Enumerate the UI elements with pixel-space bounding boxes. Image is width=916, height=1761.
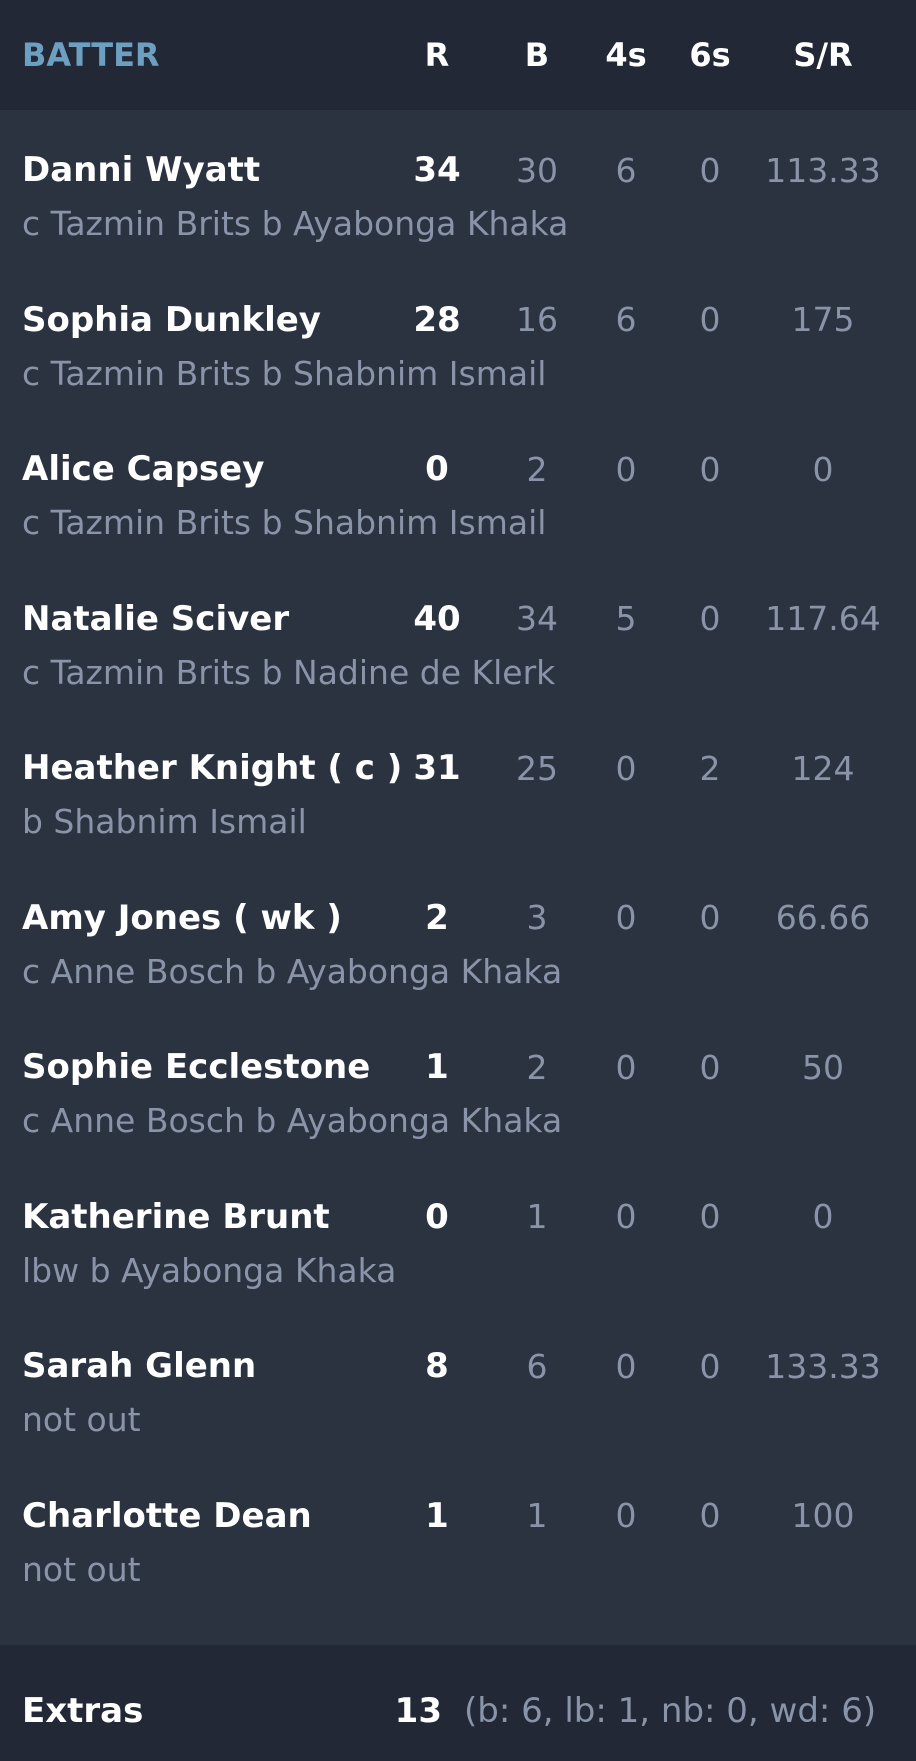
batter-balls: 30 xyxy=(516,150,558,190)
batter-balls: 3 xyxy=(526,898,548,937)
dismissal-info: c Tazmin Brits b Shabnim Ismail xyxy=(22,503,547,542)
batter-runs: 28 xyxy=(413,299,461,340)
batter-sixes: 0 xyxy=(699,300,721,339)
batter-strike-rate: 113.33 xyxy=(765,150,881,190)
batter-row[interactable]: Alice Capsey 0 2 0 0 0 c Tazmin Brits b … xyxy=(0,425,916,575)
batter-fours: 0 xyxy=(615,1346,637,1386)
batter-strike-rate: 0 xyxy=(812,449,834,489)
batter-row[interactable]: Amy Jones ( wk ) 2 3 0 0 66.66 c Anne Bo… xyxy=(0,874,916,1024)
scorecard-header: BATTER R B 4s 6s S/R xyxy=(0,0,916,110)
header-balls: B xyxy=(524,36,550,74)
batter-balls: 2 xyxy=(526,1047,548,1087)
batter-sixes: 0 xyxy=(699,1496,721,1535)
batter-runs: 0 xyxy=(425,1196,449,1237)
batter-name[interactable]: Sophia Dunkley xyxy=(0,300,372,340)
batter-fours: 0 xyxy=(615,748,637,788)
batter-balls: 16 xyxy=(516,300,558,339)
batter-name[interactable]: Natalie Sciver xyxy=(0,599,372,639)
extras-label: Extras xyxy=(22,1691,144,1731)
batter-runs: 1 xyxy=(425,1047,449,1087)
batter-sixes: 0 xyxy=(699,1346,721,1386)
batter-strike-rate: 100 xyxy=(791,1496,855,1535)
dismissal-info: b Shabnim Ismail xyxy=(22,802,307,841)
dismissal-info: not out xyxy=(22,1400,141,1439)
batter-sixes: 0 xyxy=(699,150,721,190)
batter-fours: 0 xyxy=(615,898,637,937)
batter-name[interactable]: Sophie Ecclestone xyxy=(0,1047,372,1087)
dismissal-info: c Tazmin Brits b Nadine de Klerk xyxy=(22,652,556,692)
batter-row[interactable]: Sarah Glenn 8 6 0 0 133.33 not out xyxy=(0,1322,916,1472)
batter-name[interactable]: Danni Wyatt xyxy=(0,150,372,190)
batter-balls: 1 xyxy=(526,1496,548,1535)
batter-fours: 0 xyxy=(615,449,637,489)
dismissal-info: c Tazmin Brits b Ayabonga Khaka xyxy=(22,204,569,243)
batter-balls: 34 xyxy=(516,599,558,638)
batter-strike-rate: 133.33 xyxy=(765,1346,881,1386)
batter-balls: 1 xyxy=(526,1197,548,1236)
batter-balls: 25 xyxy=(516,748,558,788)
dismissal-info: c Anne Bosch b Ayabonga Khaka xyxy=(22,1101,563,1140)
batter-strike-rate: 117.64 xyxy=(765,599,881,638)
batter-name[interactable]: Amy Jones ( wk ) xyxy=(0,898,372,938)
batter-name[interactable]: Sarah Glenn xyxy=(0,1346,372,1386)
dismissal-info: lbw b Ayabonga Khaka xyxy=(22,1250,397,1290)
batter-row[interactable]: Heather Knight ( c ) 31 25 0 2 124 b Sha… xyxy=(0,724,916,874)
dismissal-info: not out xyxy=(22,1549,141,1589)
batter-fours: 0 xyxy=(615,1047,637,1087)
batter-fours: 6 xyxy=(615,300,637,339)
header-batter: BATTER xyxy=(22,36,160,74)
header-fours: 4s xyxy=(605,36,647,74)
header-strike-rate: S/R xyxy=(793,36,853,74)
batter-fours: 0 xyxy=(615,1197,637,1236)
dismissal-info: c Tazmin Brits b Shabnim Ismail xyxy=(22,353,547,393)
header-sixes: 6s xyxy=(689,36,731,74)
batter-strike-rate: 124 xyxy=(791,748,855,788)
batter-runs: 31 xyxy=(413,748,461,788)
batter-balls: 6 xyxy=(526,1346,548,1386)
batter-strike-rate: 0 xyxy=(812,1197,834,1236)
batter-sixes: 0 xyxy=(699,1047,721,1087)
batter-sixes: 0 xyxy=(699,599,721,638)
batter-sixes: 0 xyxy=(699,1197,721,1236)
batter-list: Danni Wyatt 34 30 6 0 113.33 c Tazmin Br… xyxy=(0,110,916,1621)
batter-fours: 0 xyxy=(615,1496,637,1535)
batter-strike-rate: 50 xyxy=(802,1047,844,1087)
batter-sixes: 0 xyxy=(699,898,721,937)
batter-runs: 8 xyxy=(425,1346,449,1386)
batter-row[interactable]: Danni Wyatt 34 30 6 0 113.33 c Tazmin Br… xyxy=(0,126,916,276)
batter-name[interactable]: Charlotte Dean xyxy=(0,1496,372,1536)
batter-row[interactable]: Charlotte Dean 1 1 0 0 100 not out xyxy=(0,1472,916,1622)
batter-runs: 0 xyxy=(425,449,449,489)
batter-sixes: 2 xyxy=(699,748,721,788)
extras-total: 13 xyxy=(394,1691,442,1731)
extras-breakdown: (b: 6, lb: 1, nb: 0, wd: 6) xyxy=(464,1691,877,1731)
batter-runs: 34 xyxy=(413,150,461,190)
batter-name[interactable]: Heather Knight ( c ) xyxy=(0,748,402,788)
batter-strike-rate: 175 xyxy=(791,300,855,339)
batter-strike-rate: 66.66 xyxy=(775,898,871,937)
batter-runs: 1 xyxy=(425,1495,449,1536)
batter-balls: 2 xyxy=(526,449,548,489)
batter-runs: 2 xyxy=(425,897,449,938)
batter-name[interactable]: Katherine Brunt xyxy=(0,1197,372,1237)
batter-fours: 5 xyxy=(615,599,637,638)
batter-runs: 40 xyxy=(413,598,461,639)
batter-row[interactable]: Sophia Dunkley 28 16 6 0 175 c Tazmin Br… xyxy=(0,276,916,426)
batter-sixes: 0 xyxy=(699,449,721,489)
extras-row: Extras 13 (b: 6, lb: 1, nb: 0, wd: 6) xyxy=(0,1645,916,1761)
batter-row[interactable]: Sophie Ecclestone 1 2 0 0 50 c Anne Bosc… xyxy=(0,1023,916,1173)
batter-row[interactable]: Natalie Sciver 40 34 5 0 117.64 c Tazmin… xyxy=(0,575,916,725)
header-runs: R xyxy=(424,36,450,74)
batting-scorecard: BATTER R B 4s 6s S/R Danni Wyatt 34 30 6… xyxy=(0,0,916,1761)
batter-row[interactable]: Katherine Brunt 0 1 0 0 0 lbw b Ayabonga… xyxy=(0,1173,916,1323)
dismissal-info: c Anne Bosch b Ayabonga Khaka xyxy=(22,951,563,991)
batter-fours: 6 xyxy=(615,150,637,190)
batter-name[interactable]: Alice Capsey xyxy=(0,449,372,489)
